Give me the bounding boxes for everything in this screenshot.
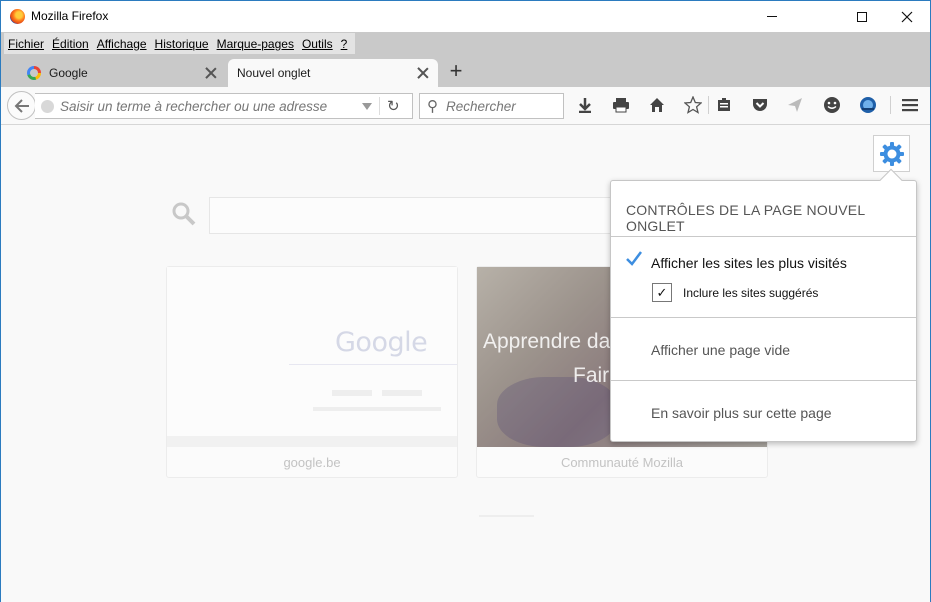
- thumbnail-decoration: [289, 364, 457, 365]
- minimize-icon: [766, 16, 777, 17]
- history-dropdown-icon[interactable]: [362, 103, 372, 110]
- menu-outils[interactable]: Outils: [298, 37, 337, 51]
- divider: [611, 236, 916, 237]
- print-icon[interactable]: [610, 94, 632, 116]
- tab-google[interactable]: Google: [18, 59, 226, 87]
- tile-caption: google.be: [283, 455, 341, 470]
- downloads-icon[interactable]: [574, 94, 596, 116]
- title-bar: Mozilla Firefox: [1, 1, 930, 32]
- tab-label: Nouvel onglet: [237, 66, 311, 80]
- divider: [379, 97, 380, 115]
- hamburger-menu-icon[interactable]: [899, 94, 921, 116]
- menu-marque-pages[interactable]: Marque-pages: [213, 37, 298, 51]
- bookmark-star-icon[interactable]: [682, 94, 704, 116]
- search-placeholder: Rechercher: [446, 99, 516, 114]
- extension-icon[interactable]: [857, 94, 879, 116]
- window-title: Mozilla Firefox: [31, 9, 109, 23]
- menu-historique[interactable]: Historique: [151, 37, 213, 51]
- newtab-search-input[interactable]: [209, 197, 629, 234]
- url-placeholder: Saisir un terme à rechercher ou une adre…: [60, 99, 328, 114]
- include-suggested-checkbox[interactable]: ✓: [652, 283, 672, 302]
- option-blank-page[interactable]: Afficher une page vide: [651, 342, 790, 358]
- menu-affichage[interactable]: Affichage: [93, 37, 151, 51]
- maximize-icon: [856, 11, 867, 22]
- home-icon[interactable]: [646, 94, 668, 116]
- include-suggested-label[interactable]: Inclure les sites suggérés: [683, 286, 818, 300]
- option-most-visited[interactable]: Afficher les sites les plus visités: [651, 255, 847, 271]
- checkmark-icon: [626, 250, 642, 271]
- new-tab-button[interactable]: +: [446, 60, 466, 82]
- globe-icon: [41, 100, 54, 113]
- send-tab-icon[interactable]: [784, 94, 806, 116]
- divider: [708, 96, 709, 114]
- divider: [611, 317, 916, 318]
- google-favicon-icon: [27, 66, 41, 80]
- close-tab-icon[interactable]: [415, 65, 431, 81]
- tab-nouvel-onglet[interactable]: Nouvel onglet: [228, 59, 438, 87]
- minimize-button[interactable]: [749, 1, 794, 32]
- top-site-tile[interactable]: Google google.be: [166, 266, 458, 478]
- newtab-controls-popup: CONTRÔLES DE LA PAGE NOUVEL ONGLET Affic…: [610, 168, 917, 442]
- search-bar[interactable]: ⚲ Rechercher: [419, 93, 564, 119]
- menu-fichier[interactable]: Fichier: [4, 37, 48, 51]
- reload-icon[interactable]: ↻: [387, 97, 400, 115]
- divider: [479, 515, 534, 517]
- thumbnail-decoration: [313, 407, 441, 411]
- bookmarks-menu-icon[interactable]: [713, 94, 735, 116]
- close-icon: [901, 11, 912, 22]
- url-bar[interactable]: Saisir un terme à rechercher ou une adre…: [35, 93, 413, 119]
- menu-items: Fichier Édition Affichage Historique Mar…: [4, 33, 356, 54]
- close-tab-icon[interactable]: [203, 65, 219, 81]
- tile-thumbnail-text: Apprendre dav: [483, 330, 621, 353]
- gear-icon: [879, 141, 904, 166]
- popup-title: CONTRÔLES DE LA PAGE NOUVEL ONGLET: [626, 202, 865, 234]
- back-button[interactable]: [7, 91, 36, 120]
- pocket-icon[interactable]: [749, 94, 771, 116]
- close-window-button[interactable]: [884, 1, 929, 32]
- page-settings-button[interactable]: [873, 135, 910, 172]
- thumbnail-decoration: [382, 390, 422, 396]
- search-icon: ⚲: [427, 98, 438, 115]
- menu-bar: Fichier Édition Affichage Historique Mar…: [1, 32, 930, 56]
- menu-edition[interactable]: Édition: [48, 37, 93, 51]
- firefox-logo-icon: [10, 9, 25, 24]
- learn-more-link[interactable]: En savoir plus sur cette page: [651, 405, 832, 421]
- hello-chat-icon[interactable]: [821, 94, 843, 116]
- tile-thumbnail: Google: [167, 267, 457, 447]
- maximize-button[interactable]: [839, 1, 884, 32]
- divider: [611, 380, 916, 381]
- tile-caption: Communauté Mozilla: [560, 455, 684, 470]
- tab-label: Google: [49, 66, 88, 80]
- back-arrow-icon: [14, 98, 29, 113]
- thumbnail-decoration: [167, 436, 457, 447]
- divider: [890, 96, 891, 114]
- thumbnail-decoration: [332, 390, 372, 396]
- tile-thumbnail-text: Google: [335, 327, 428, 358]
- browser-window: Mozilla Firefox Fichier Édition Affichag…: [0, 0, 931, 602]
- menu-aide[interactable]: ?: [337, 37, 352, 51]
- search-icon: [171, 201, 197, 234]
